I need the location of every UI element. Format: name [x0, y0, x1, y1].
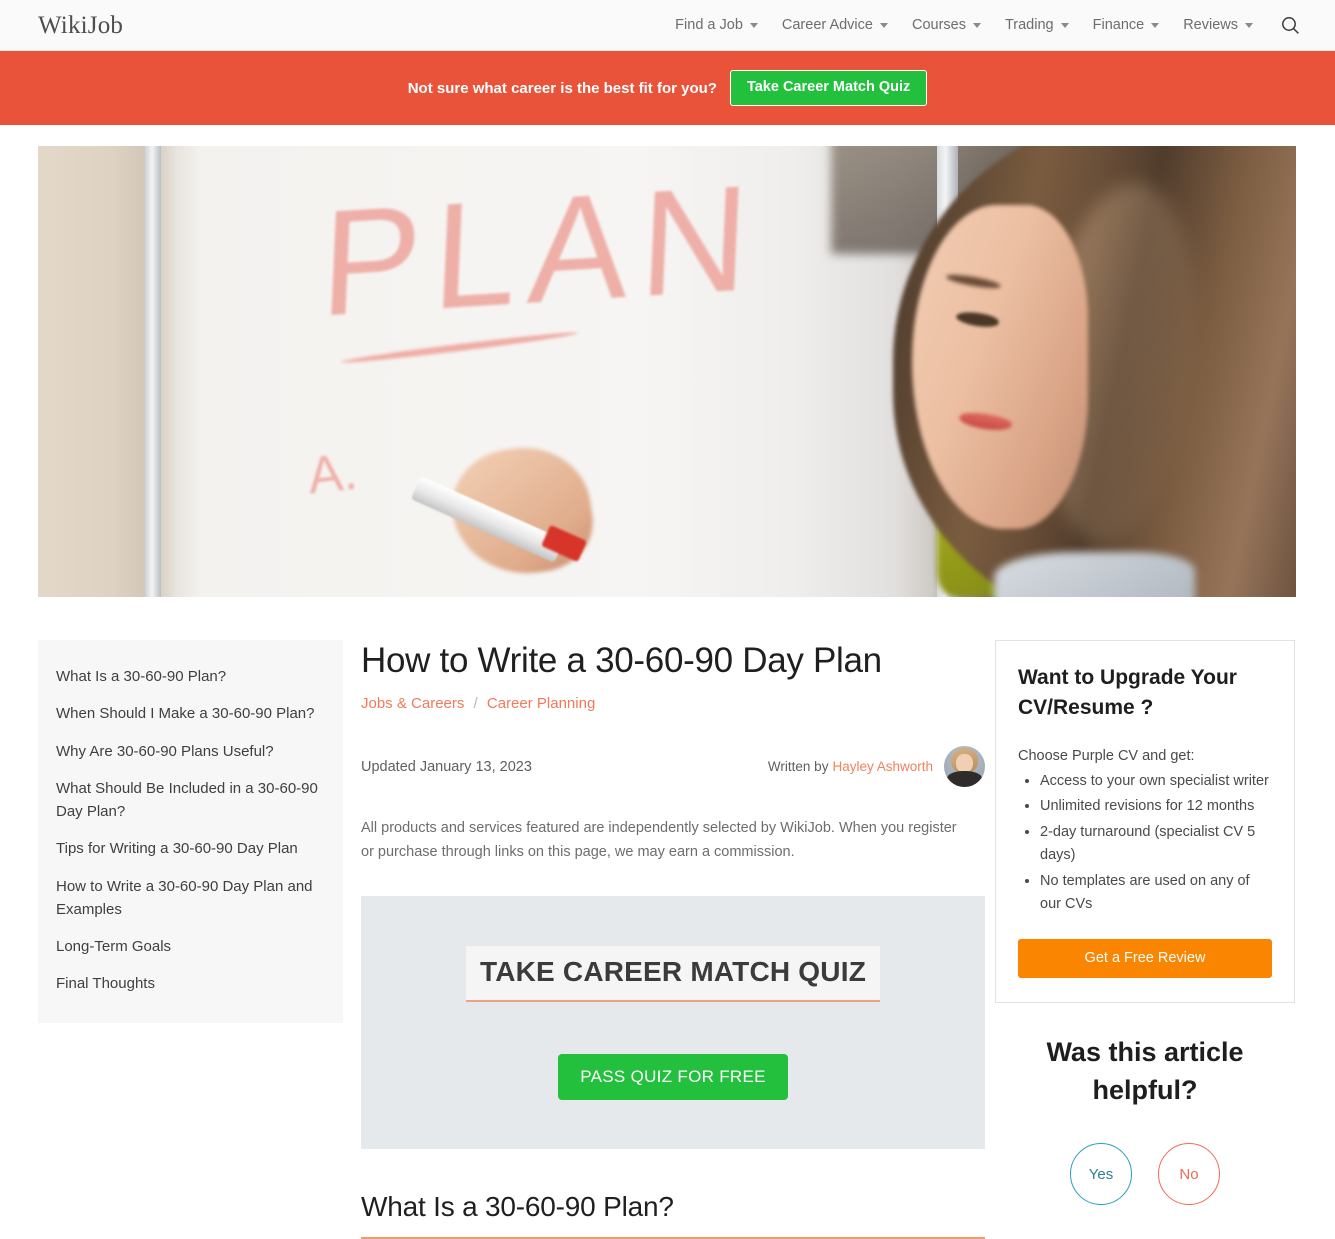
- breadcrumb: Jobs & Careers / Career Planning: [361, 695, 985, 712]
- updated-date: Updated January 13, 2023: [361, 758, 532, 775]
- quiz-promo-heading: TAKE CAREER MATCH QUIZ: [465, 945, 880, 1002]
- toc-item[interactable]: What Is a 30-60-90 Plan?: [56, 658, 325, 695]
- toc-item[interactable]: When Should I Make a 30-60-90 Plan?: [56, 695, 325, 732]
- toc-item[interactable]: Tips for Writing a 30-60-90 Day Plan: [56, 830, 325, 867]
- article-feedback: Was this article helpful? Yes No: [995, 1033, 1295, 1206]
- author-link[interactable]: Hayley Ashworth: [832, 759, 933, 774]
- list-item: Access to your own specialist writer: [1040, 770, 1272, 793]
- main-navigation: Find a Job Career Advice Courses Trading…: [663, 14, 1307, 36]
- written-by-label: Written by: [767, 759, 829, 775]
- feedback-no-button[interactable]: No: [1158, 1143, 1220, 1206]
- section-heading-what-is-a-30-60-90-plan: What Is a 30-60-90 Plan?: [361, 1191, 985, 1239]
- site-logo[interactable]: WikiJob: [38, 13, 123, 38]
- career-quiz-banner: Not sure what career is the best fit for…: [0, 51, 1335, 125]
- table-of-contents-sidebar: What Is a 30-60-90 Plan? When Should I M…: [38, 640, 343, 1239]
- chevron-down-icon: [1151, 22, 1160, 28]
- feedback-question: Was this article helpful?: [1046, 1036, 1244, 1106]
- site-header: WikiJob Find a Job Career Advice Courses…: [0, 0, 1335, 51]
- cv-upgrade-card: Want to Upgrade Your CV/Resume ? Choose …: [995, 640, 1295, 1003]
- whiteboard-plan-text: PLAN: [317, 152, 765, 348]
- byline-row: Updated January 13, 2023 Written by Hayl…: [361, 746, 985, 788]
- page-body: What Is a 30-60-90 Plan? When Should I M…: [0, 597, 1335, 1239]
- chevron-down-icon: [749, 22, 758, 28]
- list-item: 2-day turnaround (specialist CV 5 days): [1040, 821, 1272, 868]
- nav-item-find-a-job[interactable]: Find a Job: [663, 17, 770, 33]
- feedback-buttons: Yes No: [995, 1143, 1295, 1206]
- toc-item[interactable]: Final Thoughts: [56, 965, 325, 1002]
- nav-item-reviews[interactable]: Reviews: [1171, 17, 1265, 33]
- toc-item[interactable]: How to Write a 30-60-90 Day Plan and Exa…: [56, 868, 325, 929]
- nav-label: Reviews: [1183, 17, 1238, 33]
- toc-item[interactable]: Why Are 30-60-90 Plans Useful?: [56, 733, 325, 770]
- avatar: [944, 746, 985, 788]
- nav-item-courses[interactable]: Courses: [900, 17, 993, 33]
- cv-card-benefits-list: Access to your own specialist writer Unl…: [1018, 770, 1272, 917]
- avatar-face: [956, 754, 973, 773]
- breadcrumb-separator: /: [473, 695, 478, 713]
- article-main: How to Write a 30-60-90 Day Plan Jobs & …: [343, 640, 995, 1239]
- list-item: Unlimited revisions for 12 months: [1040, 795, 1272, 818]
- breadcrumb-link-career-planning[interactable]: Career Planning: [487, 695, 595, 712]
- whiteboard-left-rail: [144, 146, 162, 597]
- page-title: How to Write a 30-60-90 Day Plan: [361, 641, 882, 680]
- chevron-down-icon: [972, 22, 981, 28]
- nav-label: Trading: [1004, 17, 1054, 33]
- search-icon[interactable]: [1279, 14, 1301, 36]
- nav-item-career-advice[interactable]: Career Advice: [770, 17, 900, 33]
- affiliate-disclaimer: All products and services featured are i…: [361, 820, 957, 860]
- author-byline: Written by Hayley Ashworth: [767, 746, 985, 788]
- chevron-down-icon: [879, 22, 888, 28]
- chevron-down-icon: [1060, 22, 1069, 28]
- chevron-down-icon: [1245, 22, 1253, 28]
- hero-shoulder: [994, 551, 1196, 597]
- nav-label: Career Advice: [781, 17, 873, 33]
- avatar-body: [947, 770, 982, 788]
- cv-card-lead: Choose Purple CV and get:: [1018, 747, 1195, 764]
- right-sidebar: Want to Upgrade Your CV/Resume ? Choose …: [995, 640, 1295, 1239]
- list-item: No templates are used on any of our CVs: [1040, 870, 1272, 917]
- nav-item-trading[interactable]: Trading: [993, 17, 1081, 33]
- banner-text: Not sure what career is the best fit for…: [407, 79, 717, 97]
- table-of-contents: What Is a 30-60-90 Plan? When Should I M…: [38, 640, 343, 1023]
- take-career-match-quiz-button[interactable]: Take Career Match Quiz: [729, 70, 928, 106]
- nav-item-finance[interactable]: Finance: [1081, 17, 1172, 33]
- cv-card-title: Want to Upgrade Your CV/Resume ?: [1018, 666, 1237, 720]
- pass-quiz-for-free-button[interactable]: PASS QUIZ FOR FREE: [558, 1053, 788, 1100]
- hero-image: PLAN A.: [38, 146, 1296, 597]
- whiteboard-scribble: A.: [305, 442, 361, 506]
- toc-item[interactable]: What Should Be Included in a 30-60-90 Da…: [56, 770, 325, 831]
- nav-label: Finance: [1092, 17, 1145, 33]
- get-a-free-review-button[interactable]: Get a Free Review: [1018, 938, 1272, 978]
- breadcrumb-link-jobs-careers[interactable]: Jobs & Careers: [361, 695, 464, 712]
- feedback-yes-button[interactable]: Yes: [1070, 1143, 1132, 1206]
- toc-item[interactable]: Long-Term Goals: [56, 928, 325, 965]
- hero-face: [912, 204, 1089, 530]
- nav-label: Courses: [911, 17, 966, 33]
- hero-image-wrapper: PLAN A.: [0, 125, 1335, 597]
- nav-label: Find a Job: [675, 17, 743, 33]
- career-quiz-promo-box: TAKE CAREER MATCH QUIZ PASS QUIZ FOR FRE…: [361, 896, 985, 1150]
